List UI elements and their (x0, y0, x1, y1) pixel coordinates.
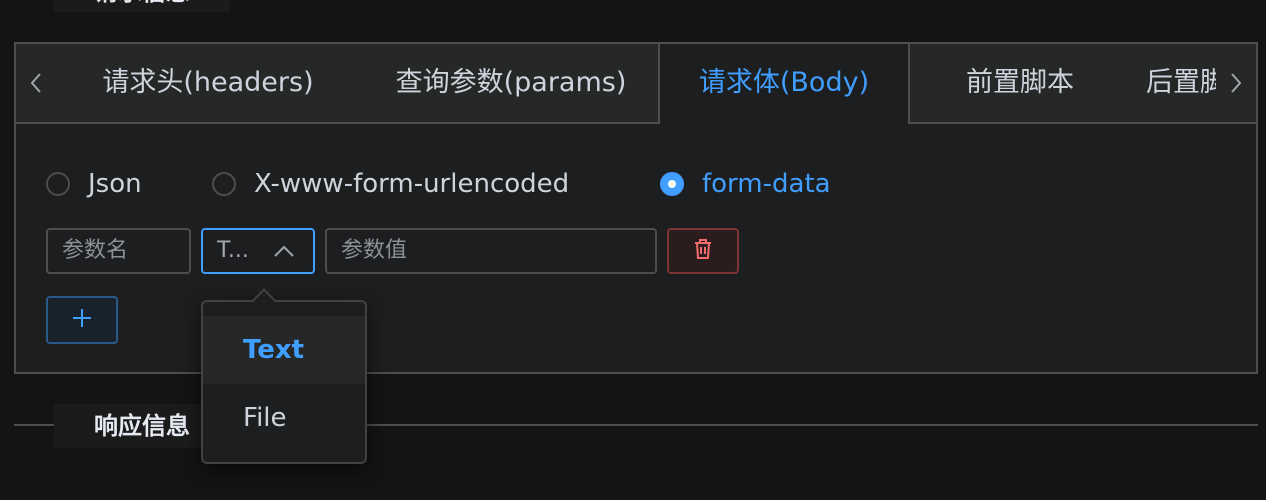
chevron-up-icon (273, 230, 295, 272)
tab-pre-script[interactable]: 前置脚本 (910, 44, 1130, 122)
param-type-value: T... (217, 238, 249, 263)
tabs-header: 请求头(headers) 查询参数(params) 请求体(Body) 前置脚本… (16, 44, 1256, 124)
type-dropdown-menu: Text File (201, 288, 367, 464)
radio-json[interactable]: Json (46, 168, 142, 200)
add-param-button[interactable] (46, 296, 118, 344)
radio-circle-checked[interactable] (660, 172, 684, 196)
tab-post-script[interactable]: 后置脚本 (1146, 44, 1216, 122)
tab-scroll-area: 请求头(headers) 查询参数(params) 请求体(Body) 前置脚本… (56, 44, 1216, 124)
radio-circle[interactable] (212, 172, 236, 196)
param-value-input[interactable]: 参数值 (325, 228, 657, 274)
radio-circle[interactable] (46, 172, 70, 196)
request-section-title: 请求信息 (54, 0, 230, 12)
chevron-right-icon[interactable] (1216, 44, 1256, 122)
radio-x-www-form-urlencoded[interactable]: X-www-form-urlencoded (212, 168, 569, 200)
dropdown-option-text[interactable]: Text (203, 316, 365, 384)
trash-icon (693, 238, 713, 264)
radio-form-data[interactable]: form-data (660, 168, 831, 200)
dropdown-option-file[interactable]: File (203, 384, 365, 452)
radio-urlencoded-label: X-www-form-urlencoded (254, 169, 570, 199)
page: 请求信息 请求头(headers) 查询参数(params) 请求体(Body)… (0, 0, 1266, 500)
plus-icon (71, 307, 93, 333)
delete-param-button[interactable] (667, 228, 739, 274)
radio-form-data-label: form-data (702, 169, 831, 199)
request-section-divider: 请求信息 (0, 0, 1266, 12)
radio-json-label: Json (88, 169, 142, 199)
tab-headers[interactable]: 请求头(headers) (56, 44, 360, 122)
tab-params[interactable]: 查询参数(params) (360, 44, 662, 122)
tab-body[interactable]: 请求体(Body) (658, 44, 910, 124)
param-name-input[interactable]: 参数名 (46, 228, 191, 274)
param-type-select[interactable]: T... (201, 228, 315, 274)
chevron-left-icon[interactable] (16, 44, 56, 122)
